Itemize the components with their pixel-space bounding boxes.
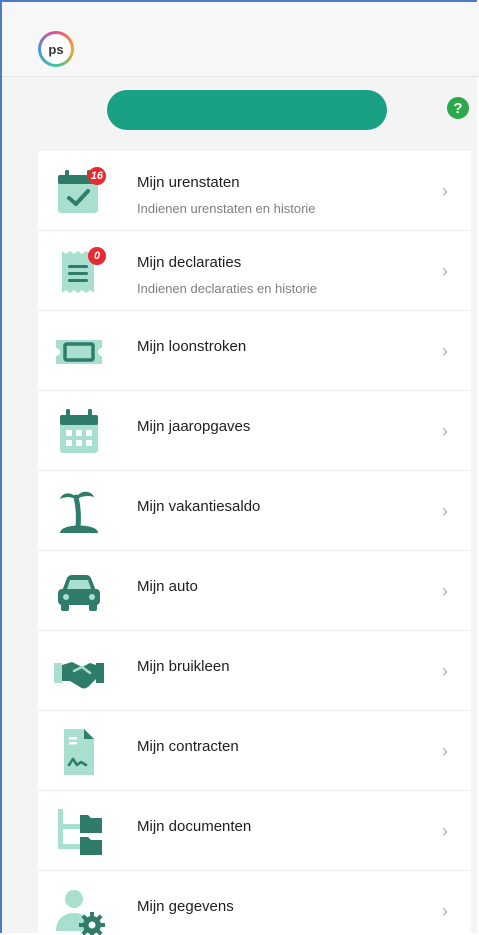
- menu-item-title: Mijn gegevens: [137, 898, 234, 915]
- handshake-icon: [52, 645, 106, 699]
- menu-item-subtitle: Indienen urenstaten en historie: [137, 201, 316, 216]
- timesheet-calendar-icon: 16: [52, 165, 106, 219]
- menu-item-loonstroken[interactable]: Mijn loonstroken ›: [38, 311, 471, 391]
- menu-item-title: Mijn loonstroken: [137, 338, 247, 355]
- menu-item-documenten[interactable]: Mijn documenten ›: [38, 791, 471, 871]
- help-icon[interactable]: ?: [447, 97, 469, 119]
- calendar-icon: [52, 405, 106, 459]
- chevron-right-icon: ›: [442, 821, 448, 841]
- payslip-ticket-icon: [52, 325, 106, 379]
- menu-item-vakantiesaldo[interactable]: Mijn vakantiesaldo ›: [38, 471, 471, 551]
- ps-logo[interactable]: ps: [38, 31, 74, 67]
- menu-item-title: Mijn declaraties: [137, 254, 242, 271]
- menu-item-title: Mijn vakantiesaldo: [137, 498, 261, 515]
- receipt-icon: 0: [52, 245, 106, 299]
- menu-item-urenstaten[interactable]: 16 Mijn urenstaten Indienen urenstaten e…: [38, 151, 471, 231]
- palm-tree-island-icon: [52, 485, 106, 539]
- chevron-right-icon: ›: [442, 501, 448, 521]
- menu-item-title: Mijn bruikleen: [137, 658, 230, 675]
- urenstaten-count-badge: 16: [87, 167, 106, 185]
- menu-item-title: Mijn auto: [137, 578, 198, 595]
- menu-item-title: Mijn documenten: [137, 818, 252, 835]
- signed-contract-icon: [52, 725, 106, 779]
- top-bar: ps: [2, 2, 479, 77]
- menu-item-jaaropgaves[interactable]: Mijn jaaropgaves ›: [38, 391, 471, 471]
- menu-item-declaraties[interactable]: 0 Mijn declaraties Indienen declaraties …: [38, 231, 471, 311]
- menu-item-gegevens[interactable]: Mijn gegevens ›: [38, 871, 471, 935]
- folder-tree-icon: [52, 805, 106, 859]
- chevron-right-icon: ›: [442, 901, 448, 921]
- logo-text: ps: [41, 34, 71, 64]
- menu-item-bruikleen[interactable]: Mijn bruikleen ›: [38, 631, 471, 711]
- menu-item-subtitle: Indienen declaraties en historie: [137, 281, 317, 296]
- menu-item-title: Mijn contracten: [137, 738, 239, 755]
- menu-item-title: Mijn jaaropgaves: [137, 418, 251, 435]
- declaraties-count-badge: 0: [88, 247, 106, 265]
- menu-item-auto[interactable]: Mijn auto ›: [38, 551, 471, 631]
- chevron-right-icon: ›: [442, 341, 448, 361]
- chevron-right-icon: ›: [442, 741, 448, 761]
- menu-item-title: Mijn urenstaten: [137, 174, 240, 191]
- chevron-right-icon: ›: [442, 181, 448, 201]
- user-settings-icon: [52, 885, 106, 935]
- car-icon: [52, 565, 106, 619]
- chevron-right-icon: ›: [442, 421, 448, 441]
- chevron-right-icon: ›: [442, 261, 448, 281]
- header-pill-button[interactable]: [107, 90, 387, 130]
- menu-item-contracten[interactable]: Mijn contracten ›: [38, 711, 471, 791]
- chevron-right-icon: ›: [442, 581, 448, 601]
- menu-list: 16 Mijn urenstaten Indienen urenstaten e…: [38, 151, 471, 935]
- chevron-right-icon: ›: [442, 661, 448, 681]
